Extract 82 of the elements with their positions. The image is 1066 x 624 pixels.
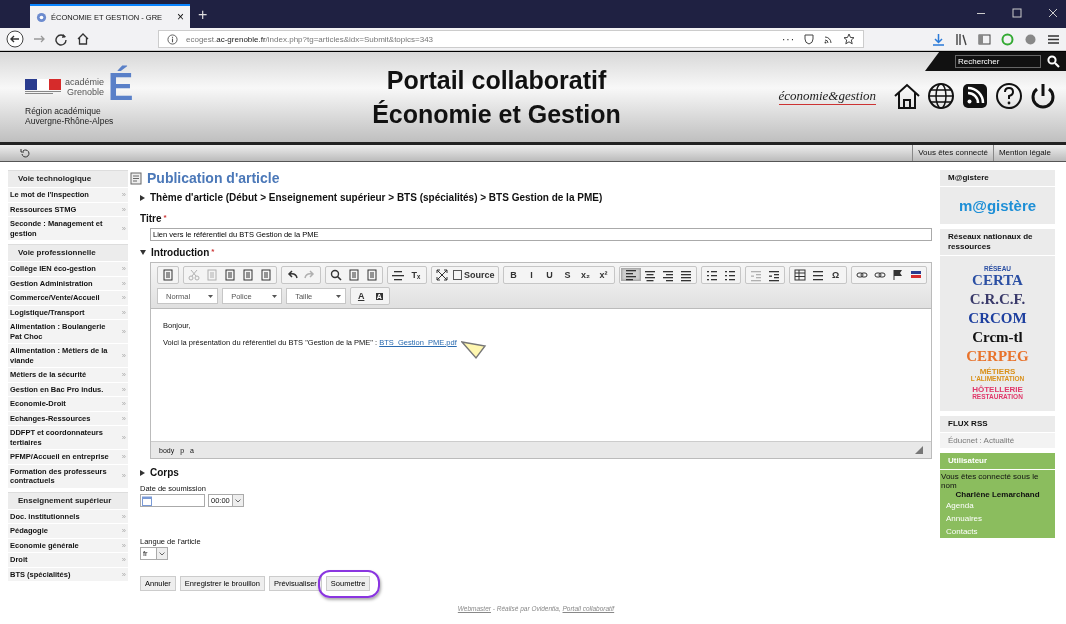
academie-text: académie [65, 77, 105, 87]
flag-icon [25, 79, 61, 95]
portal-title: Économie et Gestion [372, 99, 621, 130]
toolbar-button[interactable] [620, 268, 641, 281]
top-link[interactable]: Vous êtes connecté [912, 145, 993, 161]
section-toggle[interactable]: Corps [150, 467, 179, 478]
text-color-button[interactable]: A [352, 289, 371, 303]
dropdown-icon [155, 548, 167, 559]
toolbar-button[interactable]: B [504, 268, 523, 282]
star-icon[interactable] [843, 33, 855, 45]
section-header: Enseignement supérieur [8, 491, 128, 509]
partner-logo[interactable]: C.R.C.F. [969, 291, 1026, 307]
login-status: Vous êtes connecté sous le nom [940, 470, 1040, 490]
help-icon[interactable] [994, 81, 1024, 111]
caret-icon [272, 294, 278, 298]
user-name: Charlène Lemarchand [954, 489, 1041, 499]
required-mark: * [163, 213, 167, 222]
language-icon [909, 269, 922, 281]
rss-icon[interactable] [960, 81, 990, 111]
partner-logo[interactable]: économie&gestion [778, 87, 876, 105]
caret-icon [208, 294, 214, 298]
caret-icon [140, 250, 146, 255]
search-field[interactable]: Rechercher [955, 55, 1041, 68]
back-icon[interactable] [6, 30, 24, 48]
document-icon [453, 270, 462, 280]
portal-title: Portail collaboratif [386, 65, 607, 96]
section-header: Utilisateur [940, 452, 1055, 470]
close-icon[interactable] [1048, 8, 1058, 18]
pointer-icon [460, 340, 487, 360]
page-heading: Publication d'article [147, 170, 280, 186]
link-icon [855, 269, 868, 281]
close-tab-button[interactable]: × [177, 10, 184, 24]
home-icon[interactable] [76, 32, 90, 46]
link-icon [873, 269, 886, 281]
caret-icon [140, 194, 145, 201]
section-header: Voie technologique [8, 170, 128, 187]
region-name: Auvergne-Rhône-Alpes [25, 116, 115, 126]
caret-icon [140, 469, 145, 476]
section-toggle[interactable]: Introduction [151, 247, 210, 258]
section-header: M@gistere [940, 170, 1055, 187]
search-icon[interactable] [1047, 55, 1060, 68]
partner-logo[interactable]: CRCOM [968, 310, 1027, 326]
toolbar-button[interactable]: Source [451, 268, 497, 282]
document-icon [130, 171, 143, 185]
toolbar-button[interactable]: I [522, 268, 541, 282]
section-header: FLUX RSS [940, 415, 1055, 433]
url-text: ecogest.ac-grenoble.fr/index.php?tg=articles&idx=Submit&topics=343 [186, 34, 434, 44]
region-text: Région académique [25, 106, 102, 116]
sidebar-icon[interactable] [978, 32, 991, 46]
date-field[interactable] [140, 494, 205, 507]
refresh-icon[interactable] [20, 148, 30, 158]
caret-icon [336, 294, 342, 298]
dropdown-icon [231, 495, 243, 506]
shield-icon[interactable] [803, 33, 815, 45]
library-icon[interactable] [955, 32, 968, 46]
new-tab-button[interactable]: + [198, 6, 208, 24]
maximize-icon[interactable] [1012, 8, 1022, 18]
menu-icon[interactable] [1047, 32, 1060, 46]
toolbar-button[interactable]: U [540, 268, 559, 282]
resize-grip-icon[interactable] [915, 446, 923, 454]
section-header: Réseaux nationaux de ressources [940, 229, 1055, 256]
info-icon [167, 33, 178, 45]
reload-icon[interactable] [54, 32, 68, 46]
field-label: Titre [140, 213, 162, 224]
toolbar-button[interactable]: Tₓ [407, 268, 425, 282]
toolbar-button[interactable]: Ω [826, 268, 845, 282]
top-link[interactable]: Mention légale [992, 145, 1056, 161]
page-actions-button[interactable]: ··· [782, 33, 795, 45]
partner-logo[interactable]: Crcm-tl [972, 329, 1023, 345]
home-icon[interactable] [892, 81, 922, 111]
toolbar-button[interactable]: S [558, 268, 577, 282]
section-header: Voie professionnelle [8, 244, 128, 261]
address-bar[interactable]: ecogest.ac-grenoble.fr/index.php?tg=articles&idx=Submit&topics=343 ··· [158, 30, 864, 48]
toolbar-button[interactable] [389, 268, 407, 282]
download-icon[interactable] [932, 32, 945, 46]
toolbar-button[interactable]: x² [594, 268, 613, 282]
city-text: Grenoble [66, 87, 105, 97]
required-mark: * [211, 247, 215, 256]
calendar-icon[interactable] [142, 495, 152, 506]
theme-toggle[interactable]: Thème d'article (Début > Enseignement supérieur > BTS (spécialités) > BTS Gestion de la PME) [140, 192, 932, 203]
toolbar-button[interactable]: x₂ [576, 268, 595, 282]
toolbar-button[interactable] [433, 268, 451, 282]
